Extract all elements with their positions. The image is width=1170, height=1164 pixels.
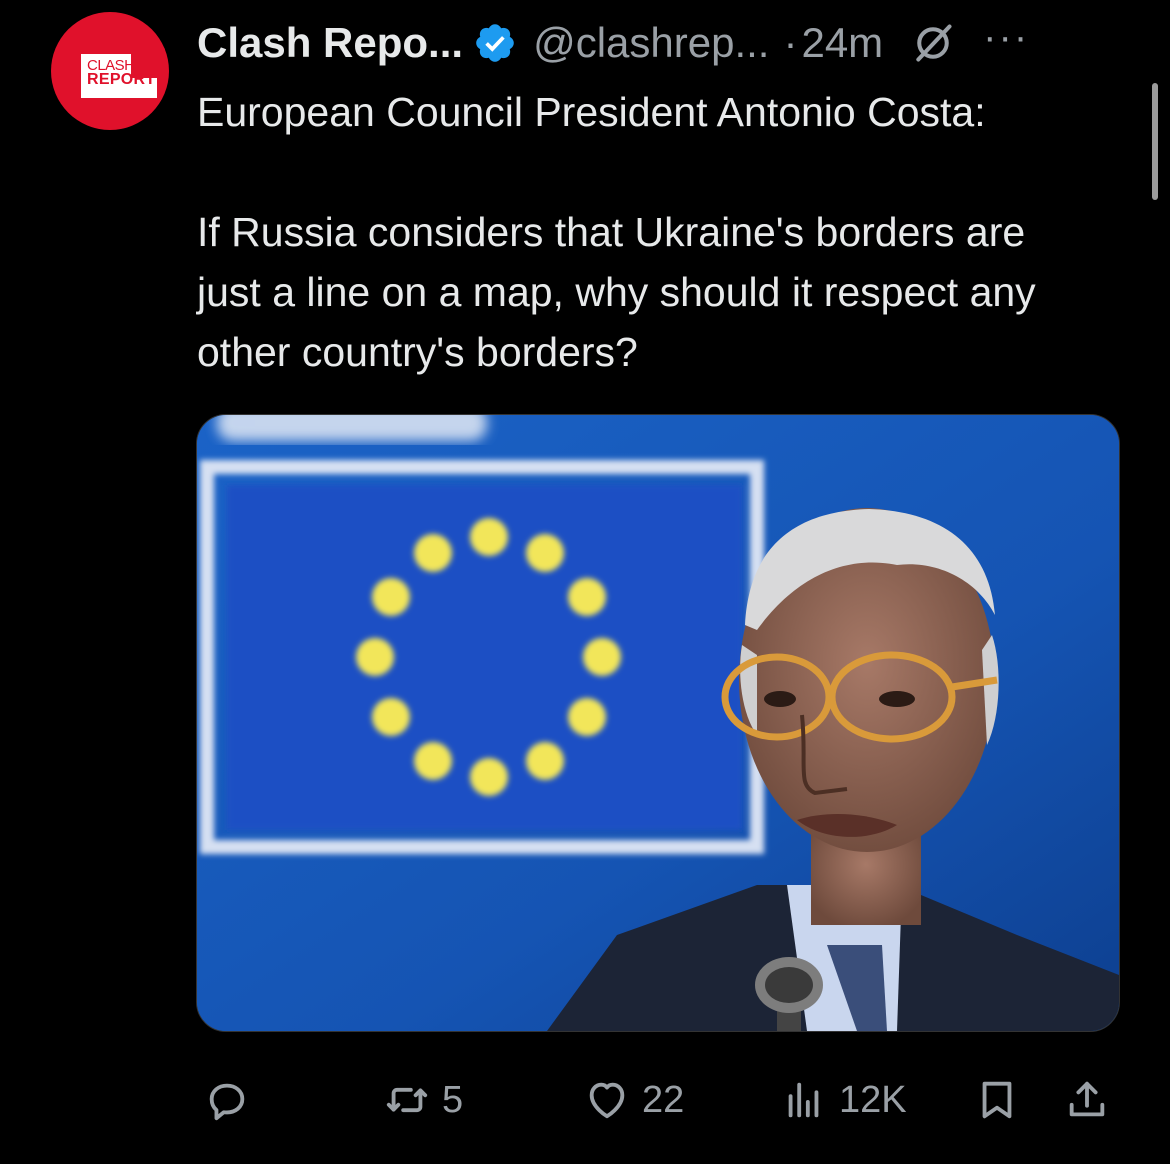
tweet-line-heading: European Council President Antonio Costa…: [197, 89, 986, 135]
verified-badge-icon[interactable]: [473, 21, 517, 65]
timestamp[interactable]: 24m: [801, 19, 883, 67]
bookmark-button[interactable]: [974, 1070, 1020, 1130]
slash-circle-icon[interactable]: [911, 21, 955, 65]
tweet-text: European Council President Antonio Costa…: [197, 82, 1097, 382]
views-count: 12K: [839, 1078, 907, 1121]
tweet-body: If Russia considers that Ukraine's borde…: [197, 209, 1036, 375]
tweet-header: Clash Repo... @clashrep... · 24m ···: [197, 15, 1127, 68]
scrollbar[interactable]: [1152, 83, 1158, 200]
reply-button[interactable]: [204, 1070, 262, 1130]
share-button[interactable]: [1064, 1070, 1110, 1130]
tweet-actions: 5 22 12K: [196, 1070, 1118, 1130]
retweet-button[interactable]: 5: [384, 1070, 463, 1130]
separator-dot: ·: [783, 19, 798, 66]
more-options-button[interactable]: ···: [983, 15, 1029, 60]
avatar[interactable]: CLASH REPORT: [51, 12, 169, 130]
display-name[interactable]: Clash Repo...: [197, 19, 463, 67]
handle[interactable]: @clashrep...: [533, 19, 769, 67]
reply-icon: [209, 1083, 245, 1121]
bookmark-icon: [982, 1081, 1012, 1119]
retweet-count: 5: [442, 1078, 464, 1121]
heart-icon: [589, 1082, 625, 1119]
avatar-text-report: REPORT: [87, 71, 156, 88]
share-icon: [1069, 1081, 1105, 1117]
like-button[interactable]: 22: [584, 1070, 684, 1130]
photo-illustration: [197, 415, 1119, 1031]
tweet-photo[interactable]: [196, 414, 1120, 1032]
retweet-icon: [386, 1087, 428, 1113]
like-count: 22: [642, 1078, 685, 1121]
views-button[interactable]: 12K: [781, 1070, 907, 1130]
views-icon: [788, 1082, 819, 1118]
